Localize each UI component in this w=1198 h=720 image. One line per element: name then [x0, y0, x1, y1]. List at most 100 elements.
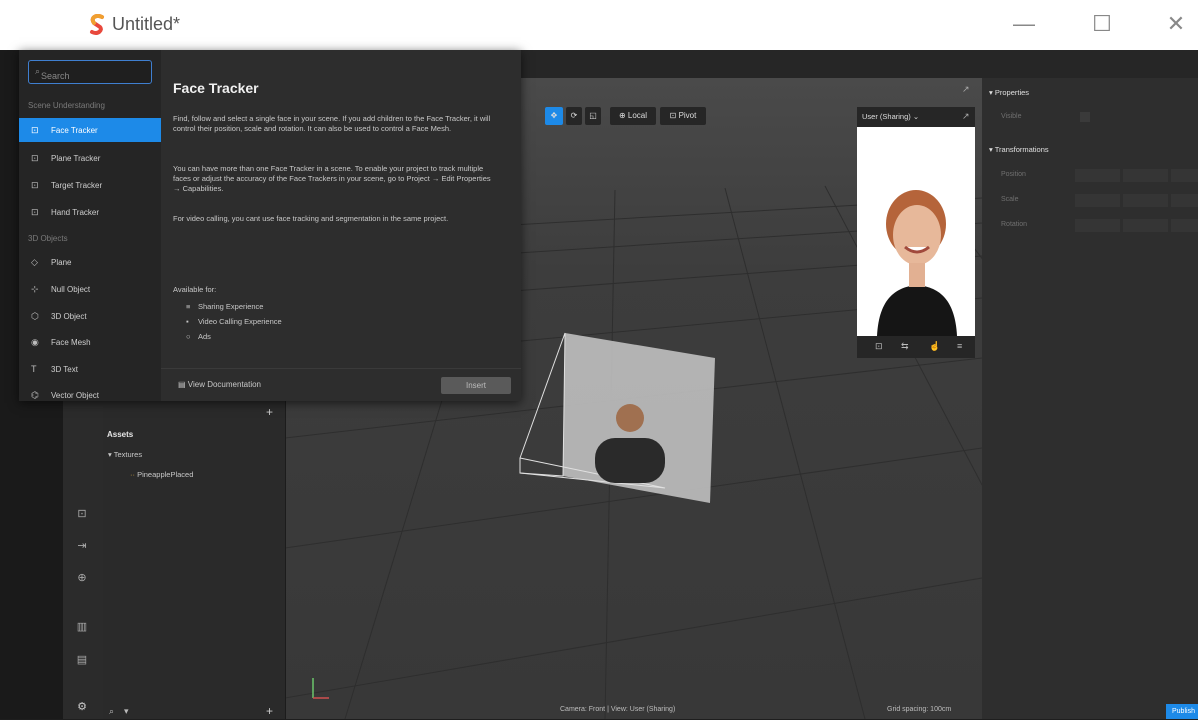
properties-header: Properties: [994, 88, 1030, 97]
search-input[interactable]: ⌕ Search: [28, 60, 152, 84]
preview-popout-icon[interactable]: ↗: [962, 111, 970, 122]
category-3d-objects: 3D Objects: [28, 234, 68, 243]
target-tracker-icon: ⊡: [31, 180, 39, 190]
scale-x-field[interactable]: [1075, 194, 1120, 207]
upload-icon[interactable]: ⊕: [70, 571, 94, 591]
transformations-header: Transformations: [994, 145, 1049, 154]
add-asset-icon[interactable]: +: [266, 704, 273, 718]
list-item-vector-object[interactable]: ⌬ Vector Object: [19, 384, 161, 401]
detail-paragraph-2: You can have more than one Face Tracker …: [173, 164, 491, 193]
list-item-hand-tracker[interactable]: ⊡ Hand Tracker: [19, 200, 161, 224]
window-title: Untitled*: [112, 14, 181, 34]
patch-editor-icon[interactable]: ⇥: [70, 539, 94, 559]
category-scene-understanding: Scene Understanding: [28, 101, 105, 110]
transformations-section[interactable]: ▾ Transformations: [989, 145, 1049, 154]
insert-button[interactable]: Insert: [441, 377, 511, 394]
available-item: ○ Ads: [186, 332, 211, 341]
scale-tool-button[interactable]: ◱: [585, 107, 601, 125]
scale-label: Scale: [1001, 196, 1019, 203]
rotate-tool-button[interactable]: ⟳: [566, 107, 582, 125]
preview-person-image: [857, 127, 975, 336]
list-item-plane-tracker[interactable]: ⊡ Plane Tracker: [19, 146, 161, 170]
filter-icon[interactable]: ▾: [124, 706, 129, 717]
inspector-header: [982, 50, 1198, 78]
list-item-face-mesh[interactable]: ◉ Face Mesh: [19, 330, 161, 354]
plane-tracker-icon: ⊡: [31, 153, 39, 163]
3d-text-icon: T: [31, 364, 37, 374]
preview-device-label: User (Sharing): [862, 112, 911, 121]
list-item-face-tracker[interactable]: ⊡ Face Tracker: [19, 118, 161, 142]
3d-object-icon: ⬡: [31, 311, 39, 321]
document-icon: ▤: [178, 380, 188, 389]
detail-title: Face Tracker: [173, 80, 259, 96]
position-y-field[interactable]: [1123, 169, 1168, 182]
touch-icon[interactable]: ☝: [929, 341, 940, 352]
console-icon[interactable]: ▤: [70, 653, 94, 673]
add-scene-object-icon[interactable]: +: [266, 405, 273, 419]
scale-y-field[interactable]: [1123, 194, 1168, 207]
video-call-icon: ▪: [186, 317, 189, 326]
ads-icon: ○: [186, 332, 191, 341]
sharing-icon: ≡: [186, 302, 191, 311]
rotation-label: Rotation: [1001, 221, 1028, 228]
assets-panel: [103, 400, 286, 719]
rotation-y-field[interactable]: [1123, 219, 1168, 232]
position-z-field[interactable]: [1171, 169, 1198, 182]
import-icon[interactable]: ⊡: [70, 507, 94, 527]
scale-z-field[interactable]: [1171, 194, 1198, 207]
pivot-toggle-button[interactable]: ⊡ Pivot: [660, 107, 706, 125]
available-item: ≡ Sharing Experience: [186, 302, 264, 311]
close-button[interactable]: ✕: [1164, 12, 1188, 36]
camera-preview: [857, 127, 975, 336]
visible-label: Visible: [1001, 113, 1022, 120]
search-assets-icon[interactable]: ⌕: [109, 706, 114, 717]
globe-icon: ⊕: [618, 111, 626, 120]
preview-controls: ⊡ ⇆ ☝ ≡: [857, 336, 975, 358]
available-for-label: Available for:: [173, 285, 217, 294]
properties-section[interactable]: ▾ Properties: [989, 88, 1029, 97]
list-item-target-tracker[interactable]: ⊡ Target Tracker: [19, 173, 161, 197]
position-x-field[interactable]: [1075, 169, 1120, 182]
popout-icon[interactable]: ↗: [962, 84, 970, 95]
camera-icon[interactable]: ⊡: [875, 341, 883, 352]
move-tool-button[interactable]: ✥: [545, 107, 563, 125]
asset-file-item[interactable]: ·· PineapplePlaced: [130, 470, 193, 479]
list-item-null-object[interactable]: ⊹ Null Object: [19, 277, 161, 301]
local-toggle-button[interactable]: ⊕ Local: [610, 107, 656, 125]
hand-tracker-icon: ⊡: [31, 207, 39, 217]
grid-spacing-status: Grid spacing: 100cm: [887, 706, 952, 713]
asset-file-label: PineapplePlaced: [137, 470, 194, 479]
face-tracker-icon: ⊡: [31, 125, 39, 135]
visible-checkbox[interactable]: [1080, 112, 1090, 122]
spark-ar-logo-icon: [90, 14, 104, 35]
chevron-down-icon: ⌄: [912, 112, 920, 121]
camera-status: Camera: Front | View: User (Sharing): [560, 706, 676, 713]
view-documentation-link[interactable]: ▤ View Documentation: [178, 380, 261, 389]
textures-folder[interactable]: ▾ Textures: [108, 450, 142, 459]
list-item-3d-object[interactable]: ⬡ 3D Object: [19, 304, 161, 328]
library-icon[interactable]: ▥: [70, 620, 94, 640]
preview-device-select[interactable]: User (Sharing) ⌄: [862, 112, 919, 121]
rotation-x-field[interactable]: [1075, 219, 1120, 232]
detail-paragraph-3: For video calling, you cant use face tra…: [173, 214, 449, 223]
assets-title: Assets: [107, 430, 134, 439]
list-item-plane[interactable]: ◇ Plane: [19, 250, 161, 274]
vector-object-icon: ⌬: [31, 390, 39, 400]
pivot-icon: ⊡: [669, 111, 677, 120]
local-label: Local: [627, 111, 648, 120]
pivot-label: Pivot: [678, 111, 697, 120]
search-placeholder: ⌕ Search: [35, 66, 70, 81]
plane-icon: ◇: [31, 257, 38, 267]
textures-folder-label: Textures: [113, 450, 143, 459]
minimize-button[interactable]: —: [1012, 12, 1036, 36]
flip-camera-icon[interactable]: ⇆: [901, 341, 909, 352]
null-object-icon: ⊹: [31, 284, 39, 294]
settings-icon[interactable]: ⚙: [70, 700, 94, 720]
menu-icon[interactable]: ≡: [957, 341, 962, 351]
position-label: Position: [1001, 171, 1026, 178]
rotation-z-field[interactable]: [1171, 219, 1198, 232]
list-item-3d-text[interactable]: T 3D Text: [19, 357, 161, 381]
available-item: ▪ Video Calling Experience: [186, 317, 282, 326]
publish-button[interactable]: Publish: [1166, 704, 1198, 719]
maximize-button[interactable]: ☐: [1090, 12, 1114, 36]
